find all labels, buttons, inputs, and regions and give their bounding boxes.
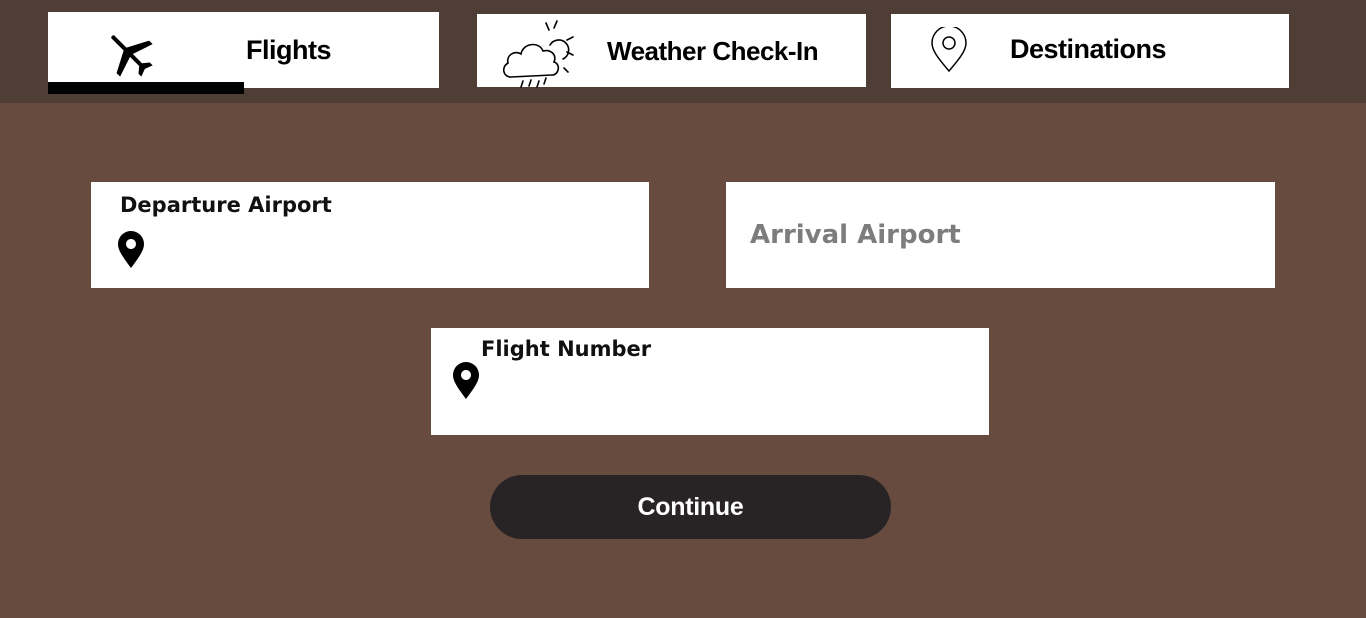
airplane-icon bbox=[103, 27, 157, 81]
arrival-airport-field[interactable] bbox=[726, 182, 1275, 288]
tab-destinations-label: Destinations bbox=[1010, 34, 1167, 64]
flight-number-input[interactable] bbox=[501, 382, 965, 418]
departure-airport-input[interactable] bbox=[161, 236, 625, 272]
location-pin-icon bbox=[115, 230, 147, 270]
cloud-rain-sun-icon bbox=[501, 17, 585, 89]
tab-weather-label: Weather Check-In bbox=[607, 36, 819, 66]
flight-number-field[interactable]: Flight Number bbox=[431, 328, 989, 435]
tab-weather-check-in[interactable]: Weather Check-In bbox=[477, 14, 866, 89]
tab-destinations[interactable]: Destinations bbox=[891, 14, 1289, 88]
tab-flights[interactable]: Flights bbox=[48, 12, 439, 94]
arrival-airport-input[interactable] bbox=[748, 212, 1252, 258]
continue-button[interactable]: Continue bbox=[490, 475, 891, 539]
tab-flights-label: Flights bbox=[246, 35, 332, 65]
location-pin-outline-icon bbox=[929, 25, 969, 73]
location-pin-icon bbox=[450, 361, 482, 401]
flight-number-label: Flight Number bbox=[481, 337, 652, 361]
departure-airport-field[interactable]: Departure Airport bbox=[91, 182, 649, 288]
active-tab-indicator bbox=[48, 82, 244, 94]
top-nav-bar: Flights Weather Check-In Destinations bbox=[0, 0, 1366, 103]
departure-airport-label: Departure Airport bbox=[120, 193, 332, 217]
